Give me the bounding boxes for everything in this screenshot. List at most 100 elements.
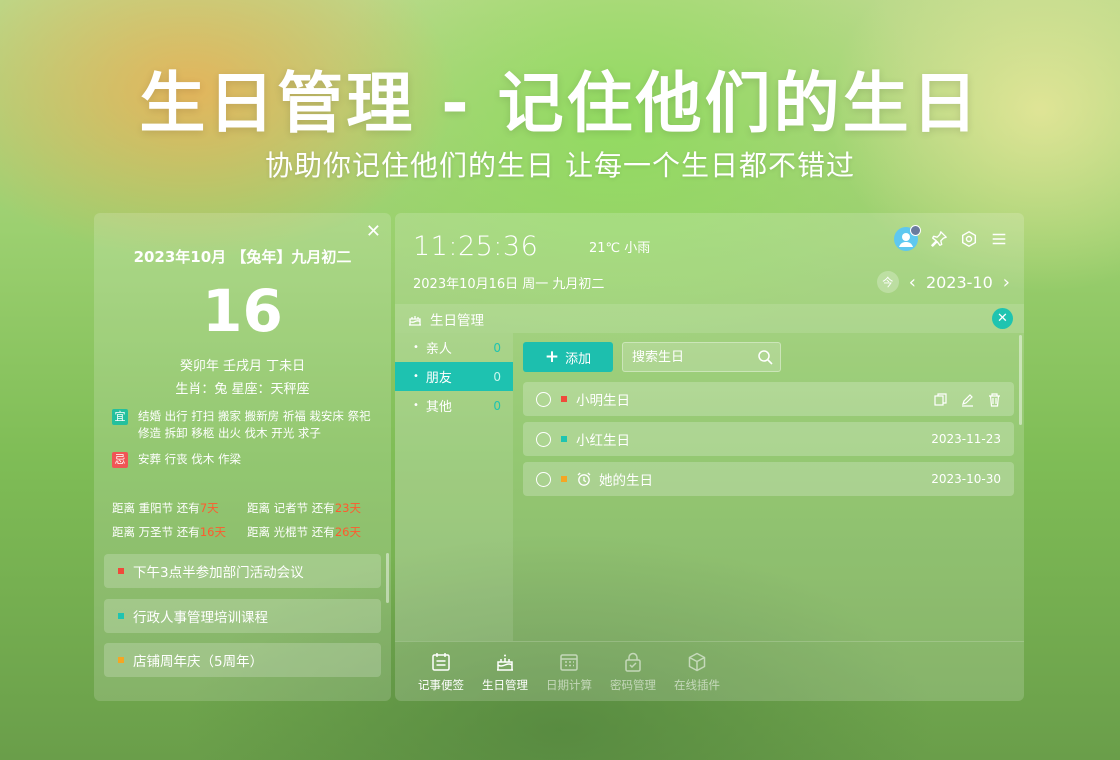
chevron-left-icon[interactable]: ‹ xyxy=(909,272,916,293)
calendar-grid-icon xyxy=(560,654,578,671)
top-toolbar xyxy=(894,225,1008,251)
alarm-icon xyxy=(577,472,591,486)
clock-time: 11:25:36 xyxy=(413,231,539,262)
module-close-button[interactable]: ✕ xyxy=(992,308,1013,329)
yi-text: 结婚 出行 打扫 搬家 搬新房 祈福 栽安床 祭祀 修造 拆卸 移柩 出火 伐木… xyxy=(138,409,371,440)
color-tag xyxy=(561,436,567,442)
birthday-row[interactable]: 小红生日 2023-11-23 xyxy=(523,422,1014,456)
add-label: 添加 xyxy=(565,351,592,367)
group-item-friends[interactable]: • 朋友 0 xyxy=(395,362,513,391)
group-count: 0 xyxy=(493,398,501,413)
birthday-date: 2023-11-23 xyxy=(931,432,1001,446)
birthday-name: 小明生日 xyxy=(576,393,630,409)
tab-label: 记事便签 xyxy=(418,678,464,692)
calendar-zodiac-line: 生肖：兔 星座：天秤座 xyxy=(175,382,310,397)
today-button[interactable]: 今 xyxy=(876,271,899,293)
birthday-name: 小红生日 xyxy=(576,433,630,449)
group-item-other[interactable]: • 其他 0 xyxy=(395,391,513,420)
module-title: 生日管理 xyxy=(430,312,484,329)
note-color-dot xyxy=(118,657,124,663)
group-label: 朋友 xyxy=(425,371,452,386)
group-count: 0 xyxy=(493,340,501,355)
note-text: 店铺周年庆（5周年） xyxy=(133,654,264,670)
color-tag xyxy=(561,396,567,402)
search-input[interactable] xyxy=(632,349,752,365)
plus-icon: + xyxy=(544,347,560,367)
search-icon[interactable] xyxy=(757,349,774,366)
pin-icon[interactable] xyxy=(930,230,948,248)
countdown-item: 距离 万圣节 还有16天 xyxy=(112,525,226,539)
note-text: 行政人事管理培训课程 xyxy=(133,610,268,626)
notes-icon xyxy=(432,653,450,671)
yi-badge: 宜 xyxy=(112,409,128,425)
copy-icon[interactable] xyxy=(933,392,948,407)
edit-icon[interactable] xyxy=(960,392,975,407)
bullet-icon: • xyxy=(413,342,419,353)
ji-row: 忌 安葬 行丧 伐木 作梁 xyxy=(112,451,372,468)
chevron-right-icon[interactable]: › xyxy=(1003,272,1010,293)
group-list: • 亲人 0 • 朋友 0 • 其他 0 xyxy=(395,333,513,641)
birthday-name: 她的生日 xyxy=(599,473,653,489)
checkbox[interactable] xyxy=(536,431,551,447)
countdown-item: 距离 光棍节 还有26天 xyxy=(247,525,361,539)
group-label: 亲人 xyxy=(425,342,452,357)
note-text: 下午3点半参加部门活动会议 xyxy=(133,565,304,581)
countdown-item: 距离 重阳节 还有7天 xyxy=(112,501,219,515)
tab-label: 日期计算 xyxy=(546,678,592,692)
month-navigator: 今 ‹ 2023-10 › xyxy=(876,271,1010,293)
settings-icon[interactable] xyxy=(960,230,978,248)
calendar-lunar-line: 癸卯年 壬戌月 丁未日 xyxy=(179,359,306,374)
yi-row: 宜 结婚 出行 打扫 搬家 搬新房 祈福 栽安床 祭祀 修造 拆卸 移柩 出火 … xyxy=(112,408,372,442)
bullet-icon: • xyxy=(413,400,419,411)
tab-plugins[interactable]: 在线插件 xyxy=(665,642,729,701)
bullet-icon: • xyxy=(413,371,419,382)
note-item[interactable]: 下午3点半参加部门活动会议 xyxy=(104,554,381,588)
trash-icon[interactable] xyxy=(987,392,1002,407)
birthday-date: 2023-10-30 xyxy=(931,472,1001,486)
checkbox[interactable] xyxy=(536,391,551,407)
user-icon xyxy=(899,233,913,247)
birthday-list: 小明生日 小红生日 2023-11-23 她的生日 2023-10-30 xyxy=(523,382,1014,502)
cake-icon xyxy=(497,654,513,671)
checkbox[interactable] xyxy=(536,471,551,487)
avatar[interactable] xyxy=(894,225,921,251)
calendar-date-line: 2023年10月 【兔年】九月初二 xyxy=(133,248,352,266)
search-box[interactable] xyxy=(622,342,781,372)
add-birthday-button[interactable]: + 添加 xyxy=(523,342,613,372)
tab-birthday[interactable]: 生日管理 xyxy=(473,642,537,701)
tab-label: 生日管理 xyxy=(482,678,528,692)
calendar-day-number: 16 xyxy=(202,277,283,345)
tab-password[interactable]: 密码管理 xyxy=(601,642,665,701)
current-month: 2023-10 xyxy=(925,272,993,292)
cube-icon xyxy=(688,652,706,672)
main-panel: 11:25:36 21℃ 小雨 2023年10月16日 周一 九月初二 今 ‹ … xyxy=(395,213,1024,701)
note-color-dot xyxy=(118,568,124,574)
birthday-row[interactable]: 小明生日 xyxy=(523,382,1014,416)
hero-subtitle: 协助你记住他们的生日 让每一个生日都不错过 xyxy=(265,149,855,182)
group-label: 其他 xyxy=(425,400,452,415)
notes-scrollbar[interactable] xyxy=(386,553,389,603)
lock-icon xyxy=(625,652,641,672)
menu-icon[interactable] xyxy=(990,230,1008,248)
tab-label: 在线插件 xyxy=(674,678,720,692)
list-scrollbar[interactable] xyxy=(1019,335,1022,425)
tab-notes[interactable]: 记事便签 xyxy=(409,642,473,701)
note-color-dot xyxy=(118,613,124,619)
ji-badge: 忌 xyxy=(112,452,128,468)
color-tag xyxy=(561,476,567,482)
ji-text: 安葬 行丧 伐木 作梁 xyxy=(138,452,241,466)
group-item-family[interactable]: • 亲人 0 xyxy=(395,333,513,362)
tab-date-calc[interactable]: 日期计算 xyxy=(537,642,601,701)
module-header: 生日管理 ✕ xyxy=(395,304,1024,333)
weather-info: 21℃ 小雨 xyxy=(589,241,651,256)
group-count: 0 xyxy=(493,369,501,384)
note-item[interactable]: 店铺周年庆（5周年） xyxy=(104,643,381,677)
full-date: 2023年10月16日 周一 九月初二 xyxy=(413,277,605,292)
bottom-tab-bar: 记事便签 生日管理 日期计算 密码管理 在线插件 xyxy=(395,641,1024,701)
birthday-row[interactable]: 她的生日 2023-10-30 xyxy=(523,462,1014,496)
note-item[interactable]: 行政人事管理培训课程 xyxy=(104,599,381,633)
row-actions xyxy=(933,392,1002,407)
tab-label: 密码管理 xyxy=(610,678,656,692)
countdown-item: 距离 记者节 还有23天 xyxy=(247,501,361,515)
calendar-close-icon[interactable]: ✕ xyxy=(366,221,381,242)
